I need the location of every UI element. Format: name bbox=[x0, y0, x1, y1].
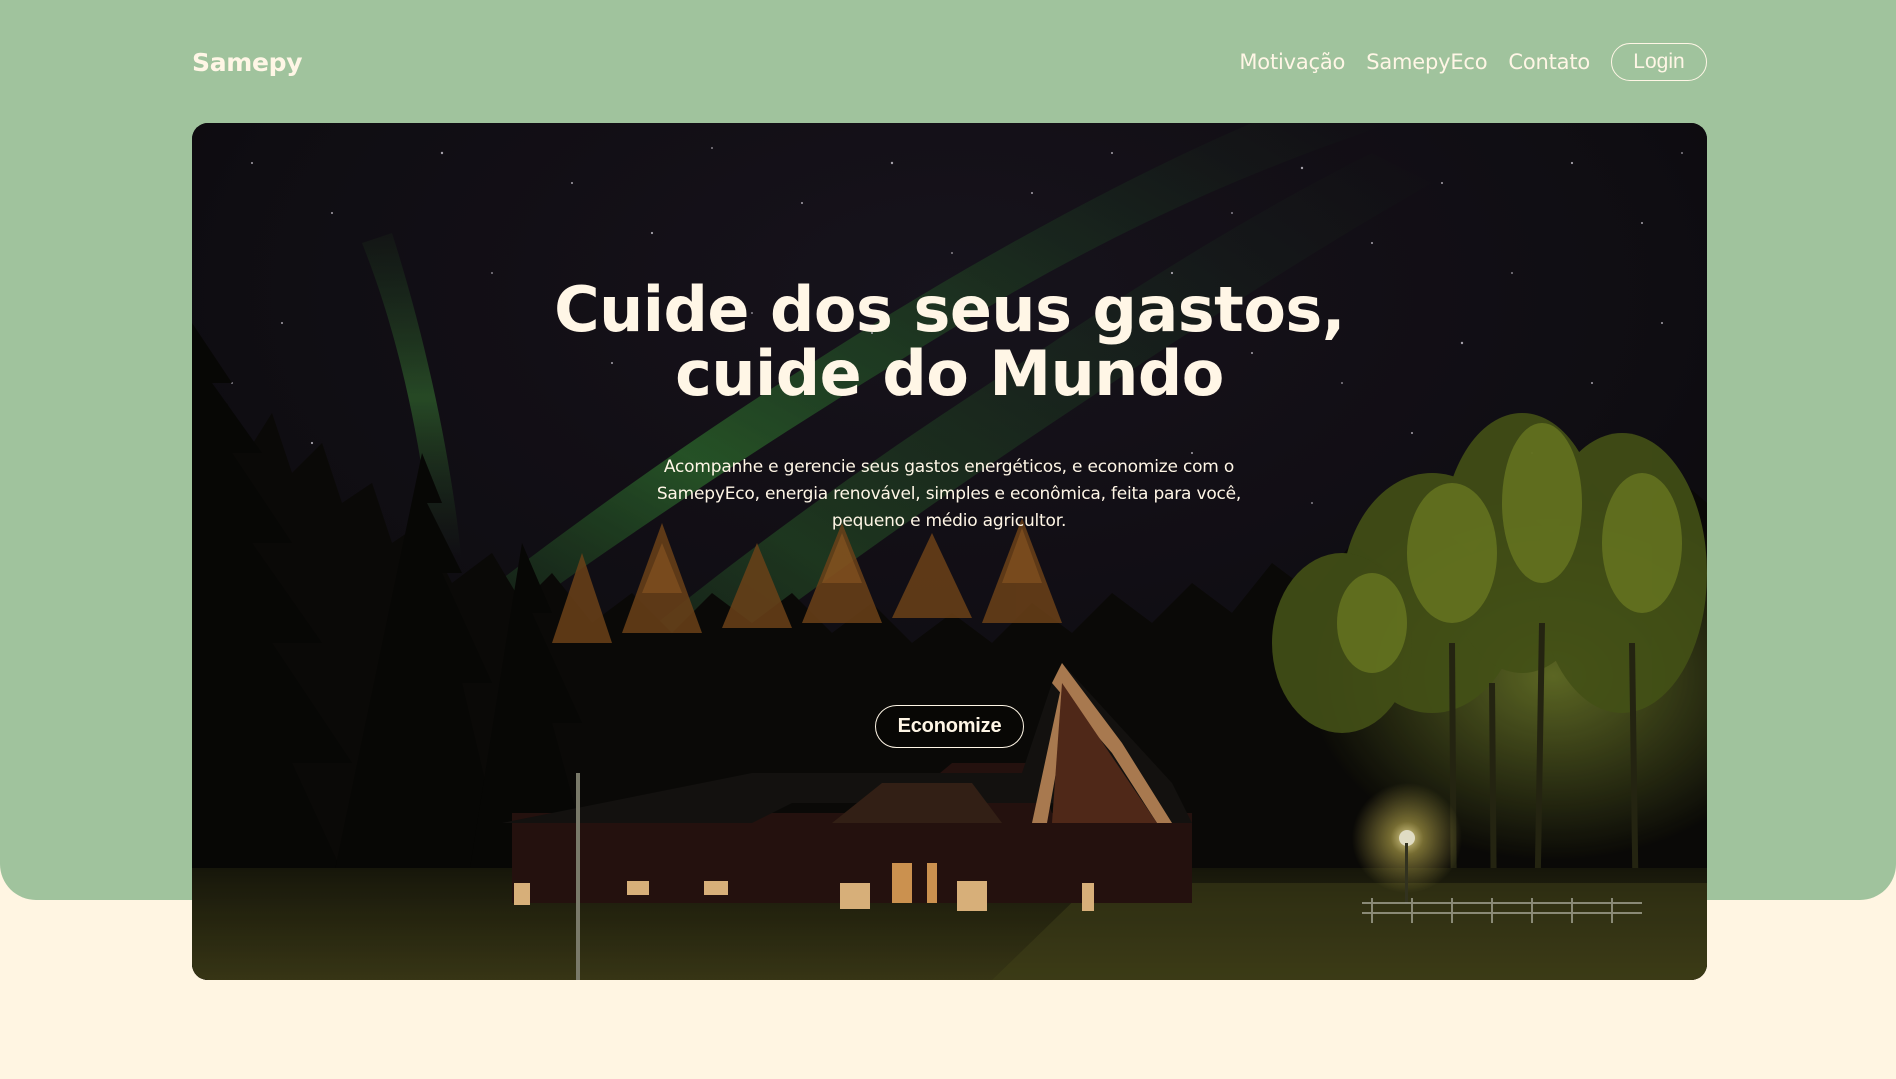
navbar: Samepy Motivação SamepyEco Contato Login bbox=[192, 40, 1707, 84]
nav-links: Motivação SamepyEco Contato Login bbox=[1239, 43, 1707, 81]
nav-link-contato[interactable]: Contato bbox=[1508, 50, 1590, 74]
nav-link-samepyeco[interactable]: SamepyEco bbox=[1366, 50, 1487, 74]
hero-content: Cuide dos seus gastos, cuide do Mundo Ac… bbox=[192, 123, 1707, 980]
hero-title-line-1: Cuide dos seus gastos, bbox=[554, 273, 1345, 346]
economize-button[interactable]: Economize bbox=[875, 705, 1024, 748]
hero-title: Cuide dos seus gastos, cuide do Mundo bbox=[192, 278, 1707, 406]
hero-title-line-2: cuide do Mundo bbox=[675, 337, 1224, 410]
hero-description: Acompanhe e gerencie seus gastos energét… bbox=[656, 457, 1242, 531]
login-button[interactable]: Login bbox=[1611, 43, 1707, 81]
hero-banner: Cuide dos seus gastos, cuide do Mundo Ac… bbox=[192, 123, 1707, 980]
nav-link-motivacao[interactable]: Motivação bbox=[1239, 50, 1345, 74]
brand-logo[interactable]: Samepy bbox=[192, 48, 303, 77]
